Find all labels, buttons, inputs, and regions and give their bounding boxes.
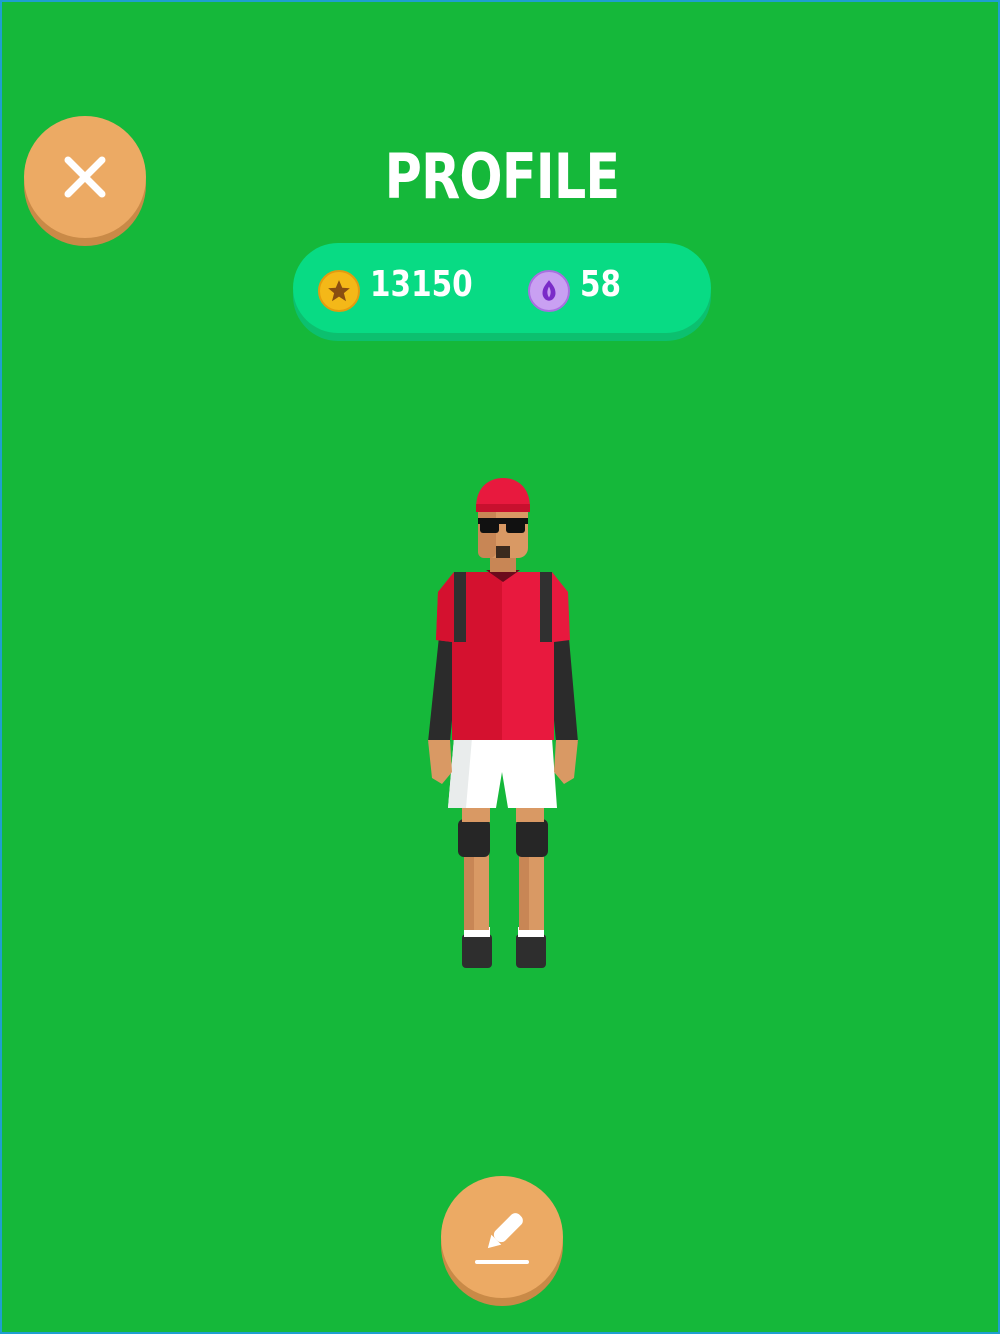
edit-profile-button[interactable] <box>441 1176 563 1298</box>
player-character[interactable] <box>402 472 602 982</box>
pencil-icon <box>475 1213 529 1264</box>
profile-screen: PROFILE 13150 58 <box>0 0 1000 1334</box>
coin-amount: 13150 <box>370 264 473 305</box>
star-coin-icon <box>318 270 360 312</box>
gem-amount: 58 <box>580 264 622 305</box>
page-title: PROFILE <box>384 140 620 213</box>
purple-gem-icon <box>528 270 570 312</box>
